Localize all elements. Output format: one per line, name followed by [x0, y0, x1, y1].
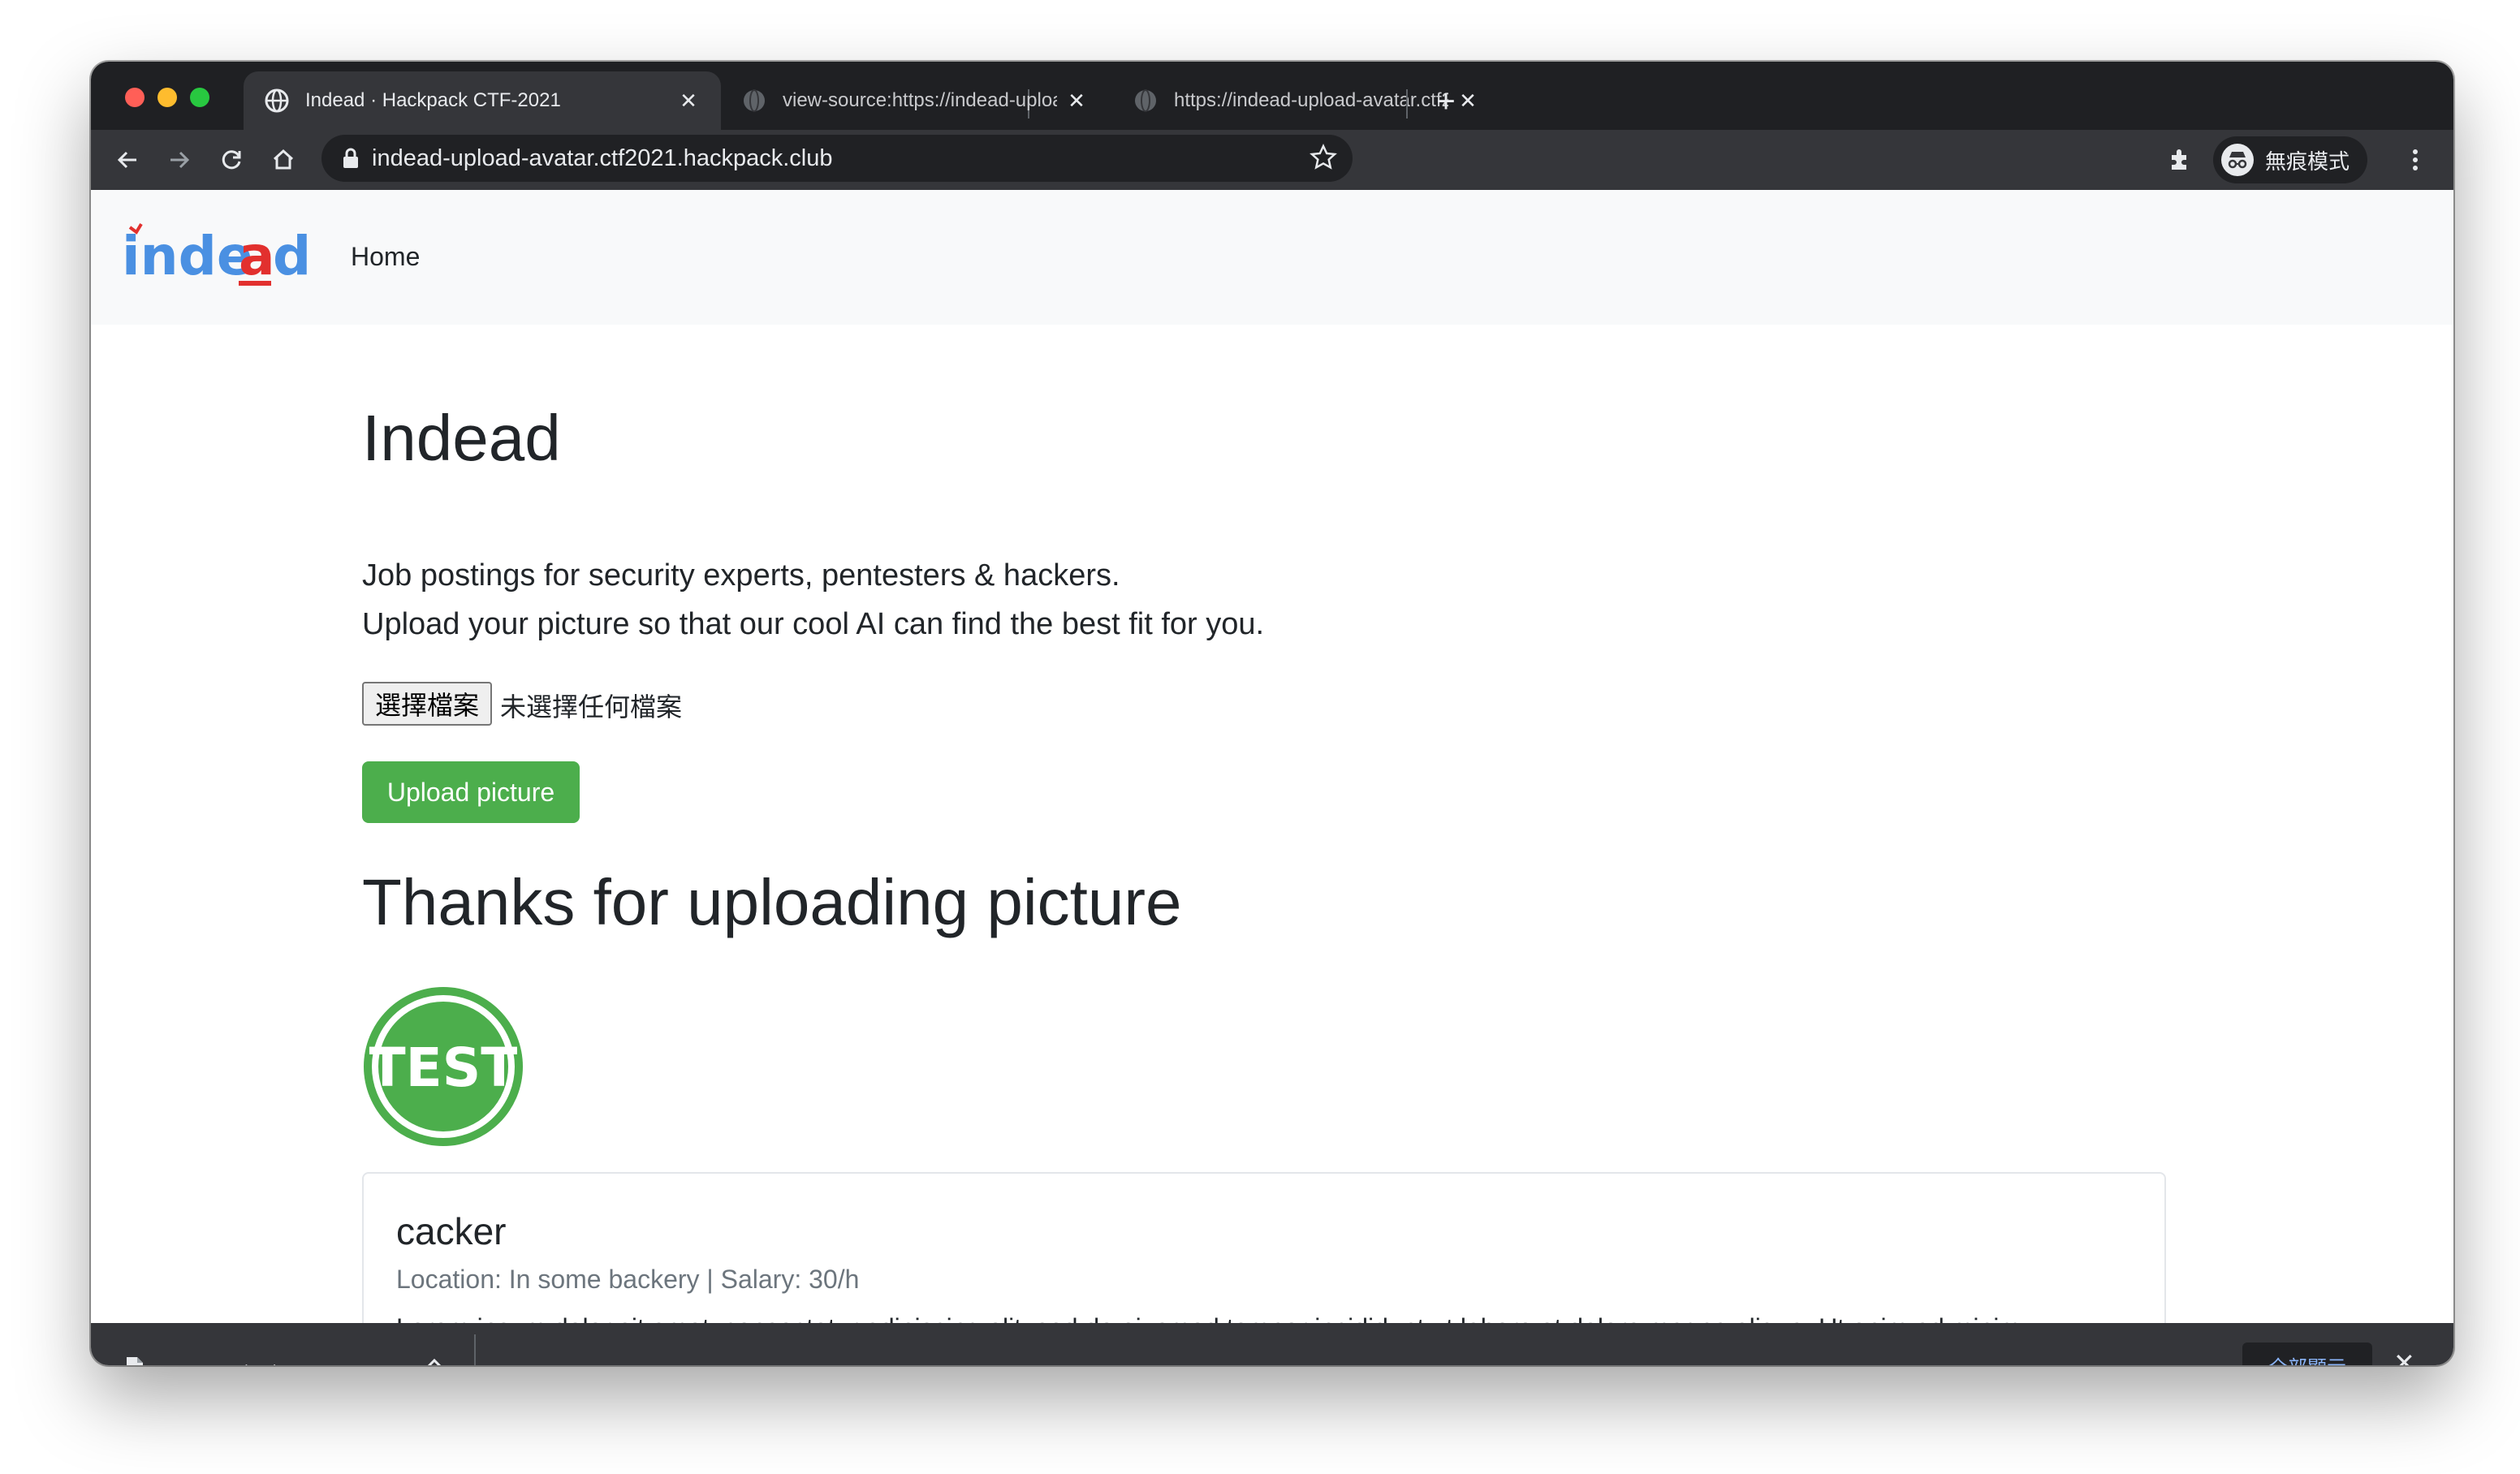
file-icon [125, 1355, 145, 1365]
site-navbar: inde a d indead Home [91, 190, 2453, 325]
nav-home-link[interactable]: Home [351, 242, 420, 272]
job-description: Lorem ipsum dolor sit amet, consectetur … [396, 1313, 2021, 1323]
close-window-button[interactable] [125, 88, 145, 107]
address-bar[interactable]: indead-upload-avatar.ctf2021.hackpack.cl… [321, 135, 1353, 182]
new-tab-button[interactable]: + [1426, 81, 1466, 122]
incognito-label: 無痕模式 [2265, 149, 2350, 174]
lead-text-1: Job postings for security experts, pente… [362, 558, 1120, 593]
uploaded-avatar-image: TEST [362, 985, 524, 1148]
show-all-downloads-button[interactable]: 全部顯示 [2242, 1343, 2372, 1365]
globe-icon [265, 88, 289, 113]
file-status-text: 未選擇任何檔案 [500, 692, 683, 722]
incognito-indicator[interactable]: 無痕模式 [2213, 136, 2368, 183]
indead-logo[interactable]: inde a d indead [115, 216, 311, 289]
avatar-text: TEST [369, 1037, 518, 1099]
close-shelf-icon[interactable]: ✕ [2393, 1347, 2415, 1365]
tab-indead[interactable]: Indead · Hackpack CTF-2021 ✕ [244, 71, 721, 130]
chevron-up-icon[interactable] [424, 1352, 445, 1365]
menu-kebab-icon[interactable] [2395, 140, 2436, 180]
job-card: cacker Location: In some backery | Salar… [362, 1172, 2166, 1323]
globe-icon [1133, 88, 1158, 113]
download-shelf: test.png 全部顯示 ✕ [91, 1323, 2453, 1365]
extensions-icon[interactable] [2160, 140, 2200, 180]
home-icon[interactable] [263, 140, 304, 180]
page-viewport: inde a d indead Home Indead Job postings… [91, 190, 2453, 1323]
lock-icon [343, 148, 359, 169]
tab-separator [1406, 89, 1408, 119]
close-tab-icon[interactable]: ✕ [677, 88, 700, 114]
download-file-name[interactable]: test.png [244, 1359, 319, 1365]
minimize-window-button[interactable] [158, 88, 177, 107]
tab-title: Indead · Hackpack CTF-2021 [305, 89, 561, 111]
maximize-window-button[interactable] [190, 88, 209, 107]
svg-text:a: a [239, 225, 275, 287]
job-title: cacker [396, 1210, 507, 1252]
choose-file-button[interactable]: 選擇檔案 [362, 682, 493, 726]
incognito-icon [2221, 144, 2254, 176]
browser-toolbar: indead-upload-avatar.ctf2021.hackpack.cl… [91, 130, 2453, 190]
back-icon[interactable] [107, 140, 148, 180]
lead-text-2: Upload your picture so that our cool AI … [362, 607, 1265, 641]
tab-strip: Indead · Hackpack CTF-2021 ✕ view-source… [91, 62, 2453, 130]
close-tab-icon[interactable]: ✕ [1065, 88, 1088, 114]
svg-text:inde: inde [122, 225, 253, 287]
svg-text:d: d [273, 225, 310, 287]
url-text: indead-upload-avatar.ctf2021.hackpack.cl… [372, 144, 833, 171]
globe-icon [742, 88, 766, 113]
bookmark-star-icon[interactable] [1309, 143, 1338, 176]
page-title: Indead [362, 402, 561, 474]
shelf-divider [474, 1334, 476, 1365]
tab-title: view-source:https://indead-upload-avatar… [783, 89, 1057, 111]
forward-icon[interactable] [159, 140, 200, 180]
tab-view-source[interactable]: view-source:https://indead-upload-avatar… [721, 71, 1109, 130]
reload-icon[interactable] [211, 140, 252, 180]
thanks-heading: Thanks for uploading picture [362, 866, 1182, 938]
browser-window: Indead · Hackpack CTF-2021 ✕ view-source… [91, 62, 2453, 1365]
upload-picture-button[interactable]: Upload picture [362, 761, 580, 823]
job-subtitle: Location: In some backery | Salary: 30/h [396, 1265, 860, 1294]
